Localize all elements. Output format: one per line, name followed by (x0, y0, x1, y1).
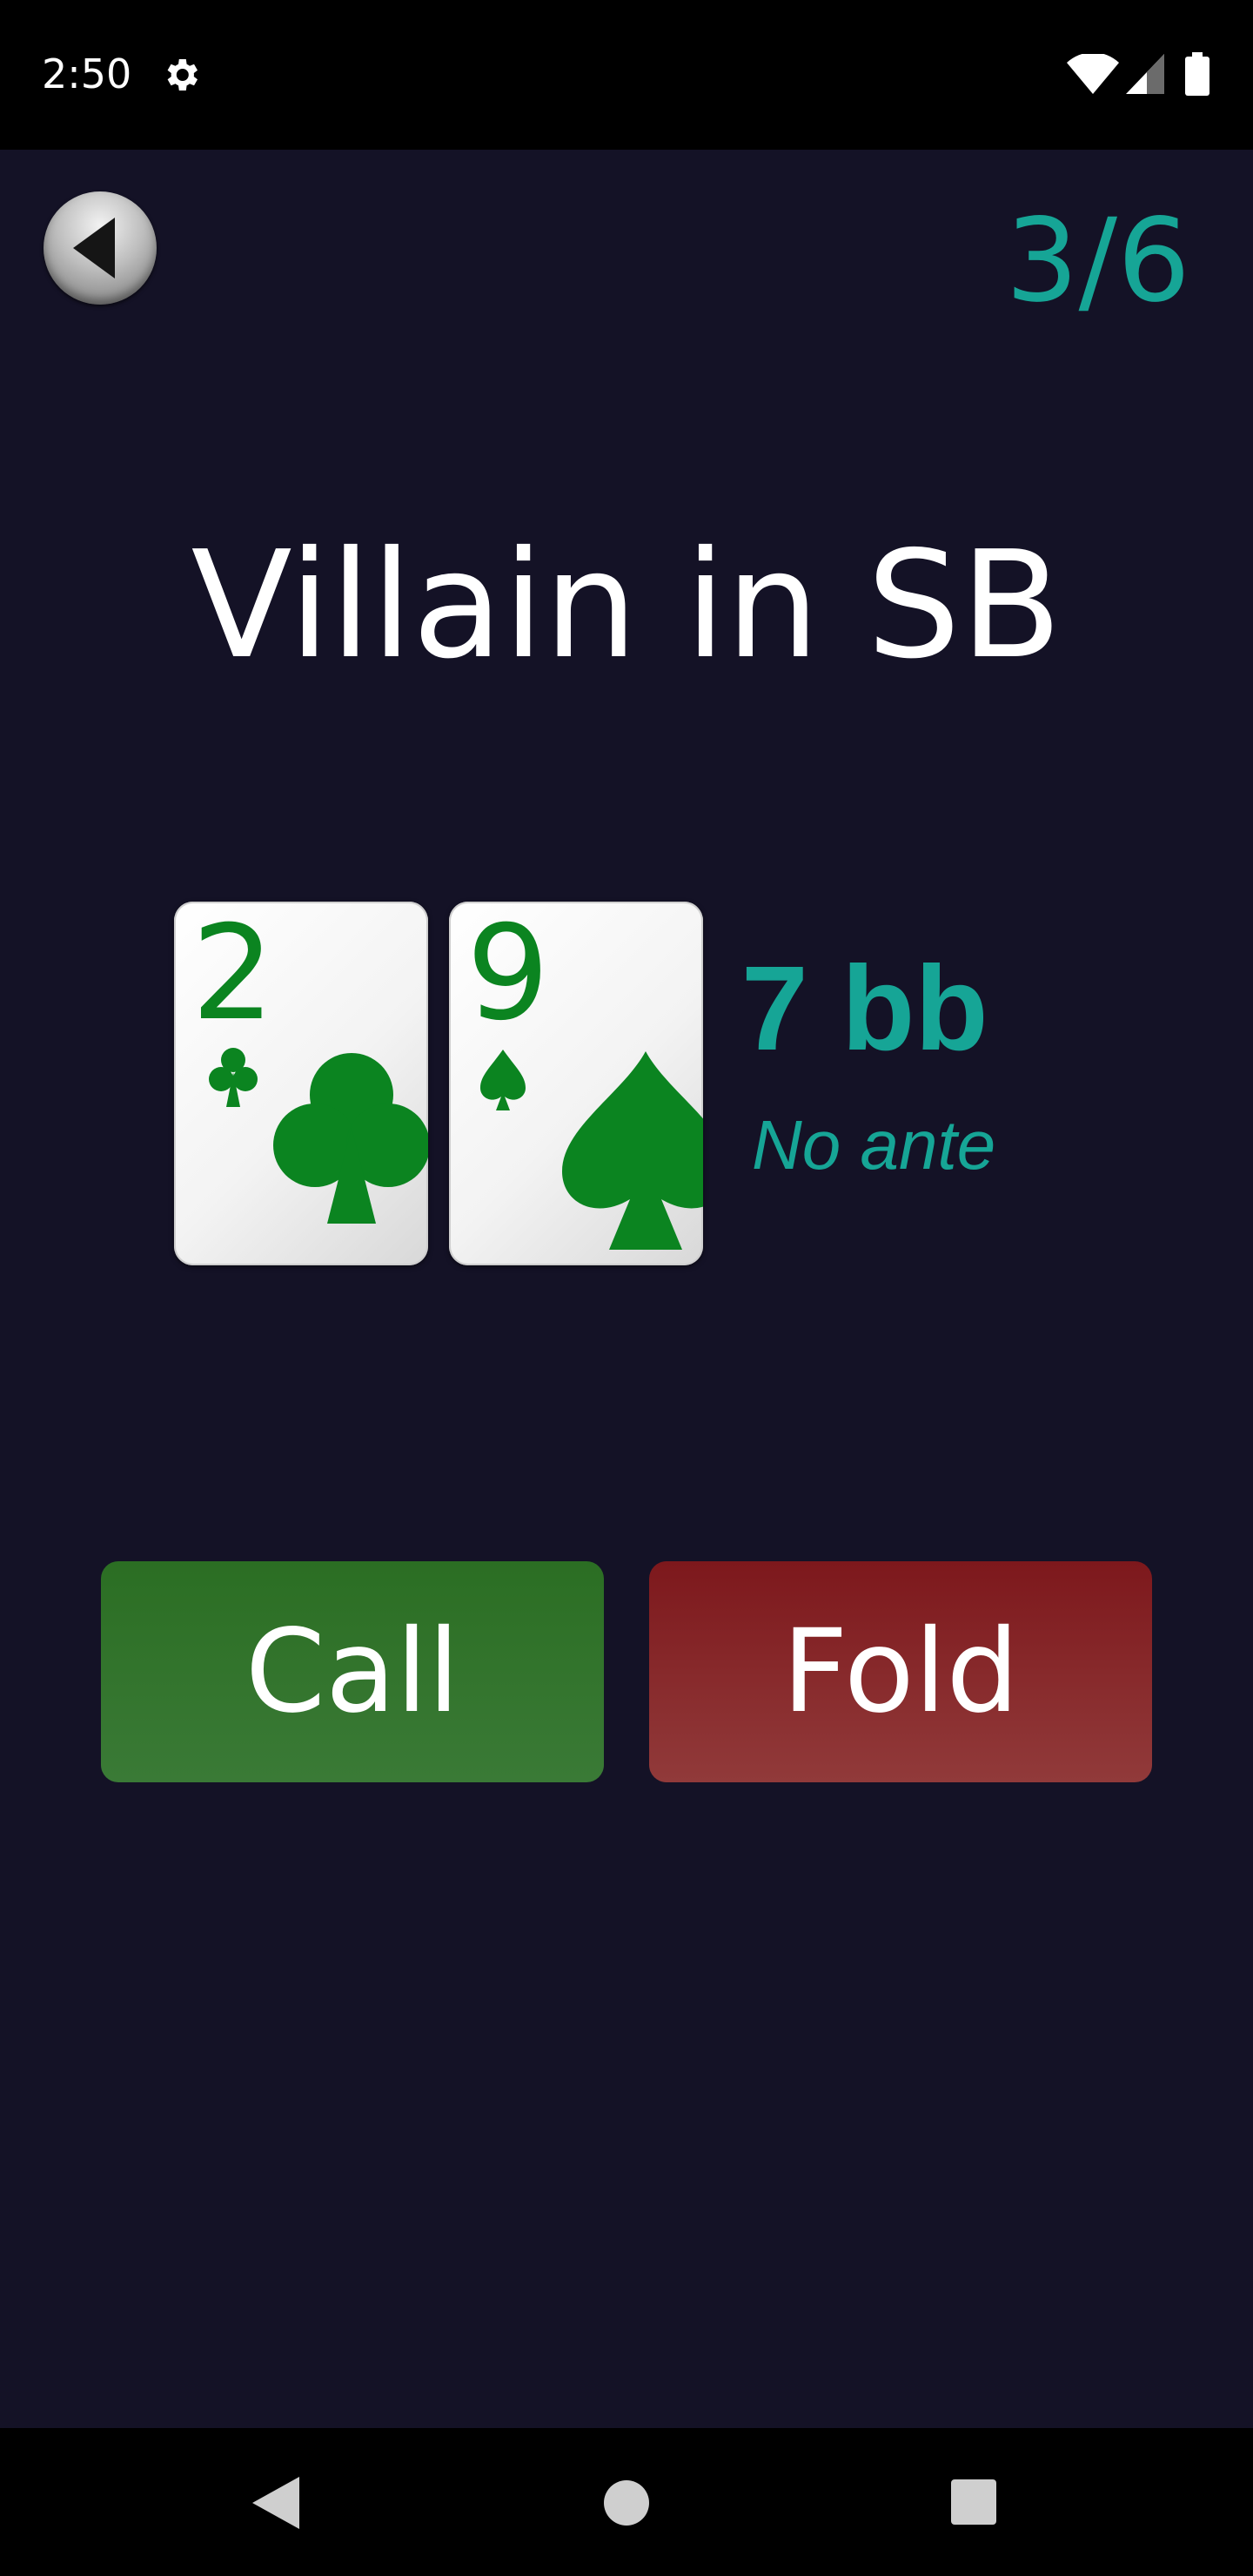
scenario-title: Villain in SB (191, 520, 1062, 692)
stack-size: 7 bb (741, 942, 988, 1076)
status-bar: 2:50 (0, 0, 1253, 150)
back-button[interactable] (44, 191, 157, 305)
hole-card-two-of-clubs: 2 (174, 902, 428, 1265)
ante-info: No ante (752, 1106, 996, 1184)
hole-card-nine-of-spades: 9 (449, 902, 703, 1265)
navigation-bar (0, 2428, 1253, 2576)
home-circle-icon[interactable] (602, 2479, 651, 2527)
back-triangle-icon[interactable] (249, 2475, 301, 2531)
club-icon (209, 1048, 428, 1224)
call-button[interactable]: Call (101, 1561, 604, 1782)
status-time: 2:50 (42, 50, 132, 97)
progress-counter: 3/6 (1005, 194, 1190, 328)
back-arrow-icon (73, 218, 115, 278)
signal-icon (1126, 54, 1164, 94)
fold-button[interactable]: Fold (649, 1561, 1152, 1782)
battery-icon (1185, 52, 1209, 96)
gear-icon (167, 59, 198, 91)
quiz-screen: 3/6 Villain in SB 2 9 7 bb No ante Call … (0, 150, 1253, 2428)
recents-square-icon[interactable] (950, 2479, 997, 2526)
spade-icon (480, 1050, 703, 1250)
wifi-icon (1067, 54, 1119, 94)
